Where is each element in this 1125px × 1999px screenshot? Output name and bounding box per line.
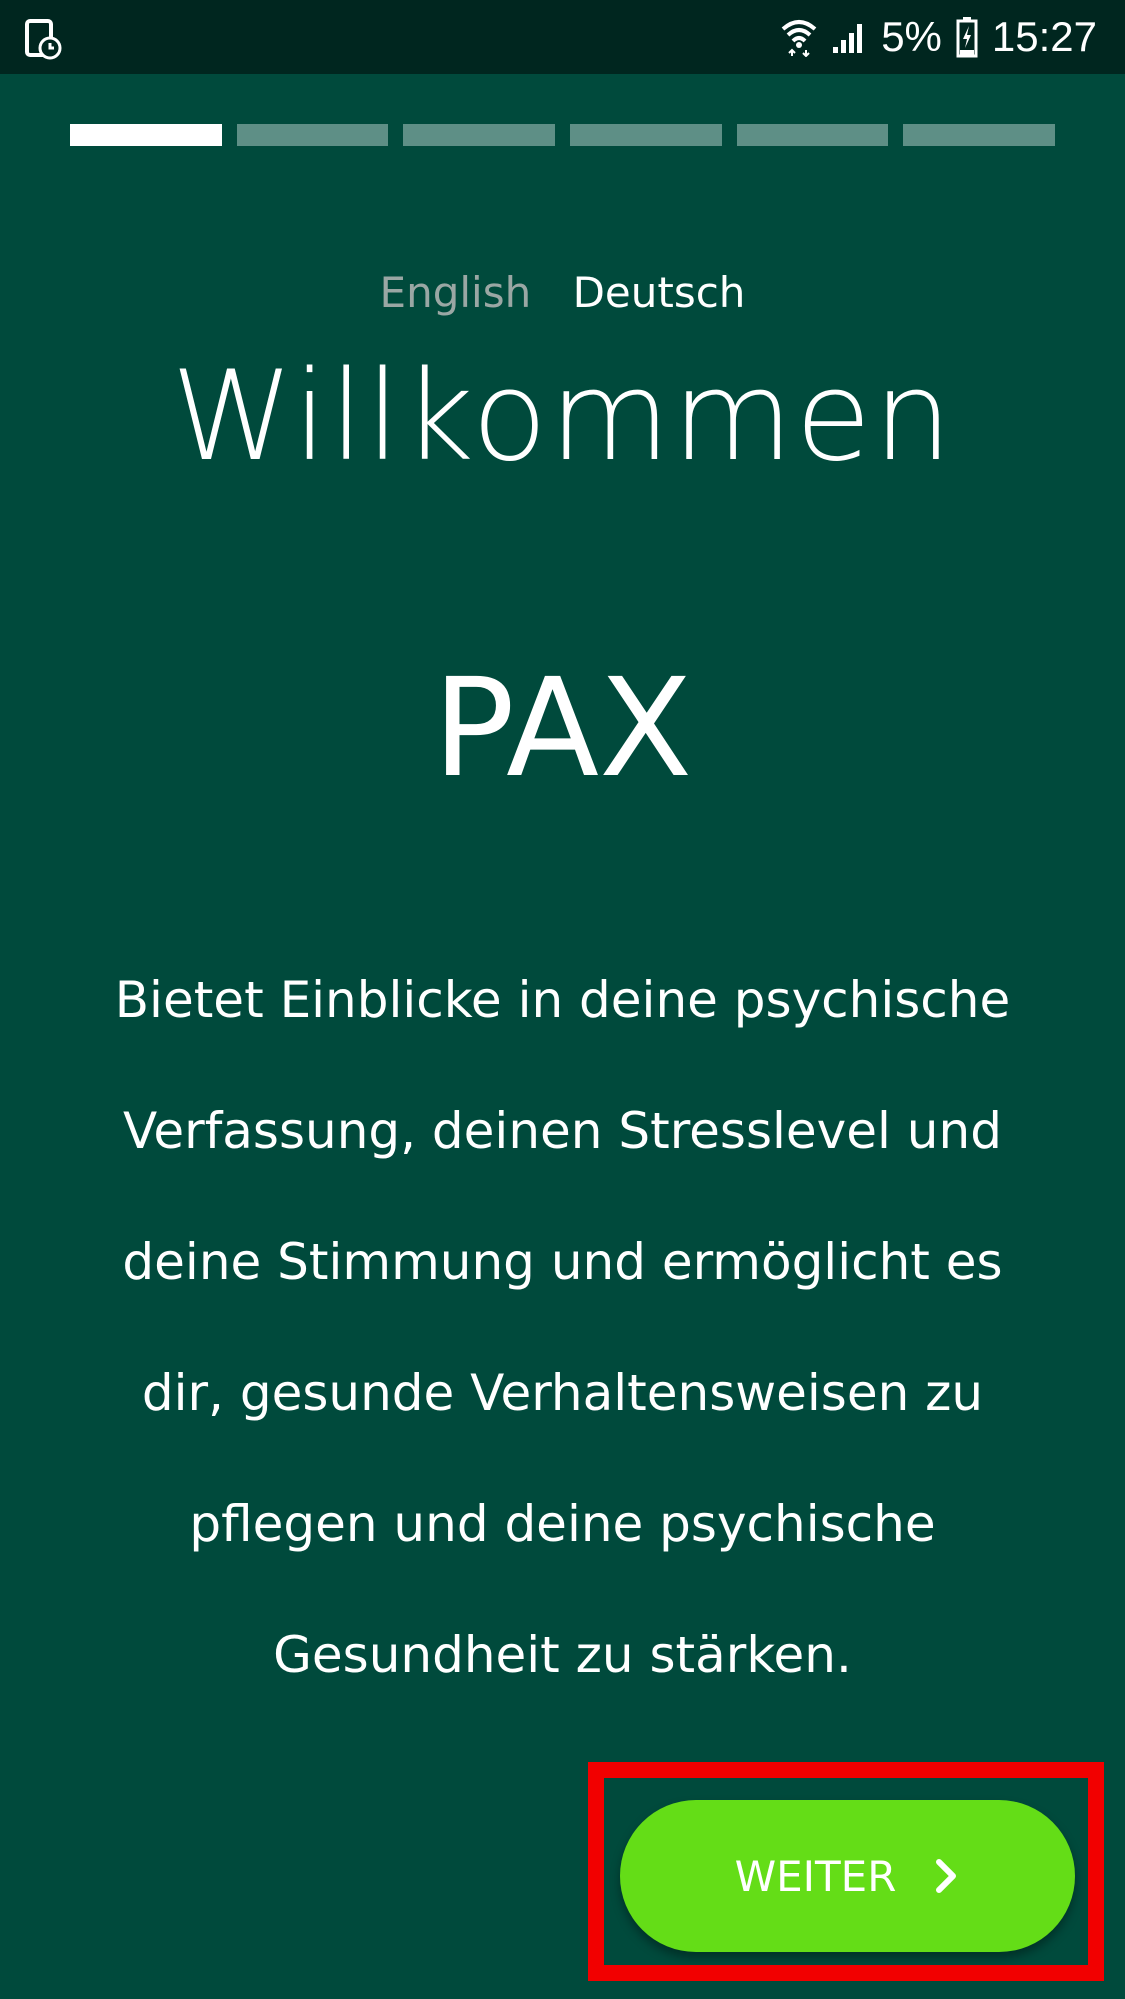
clock: 15:27 (991, 13, 1097, 60)
wifi-icon (781, 20, 817, 57)
progress-step-2 (236, 124, 389, 146)
next-button-label: WEITER (734, 1851, 897, 1901)
screenshot-timer-icon (25, 19, 62, 60)
next-button[interactable]: WEITER (620, 1800, 1075, 1952)
onboarding-screen: 5% 15:27 English Deutsch Willkommen PAX … (0, 0, 1125, 1999)
language-selector: English Deutsch (0, 268, 1125, 317)
progress-step-6 (903, 124, 1056, 146)
app-name: PAX (432, 650, 693, 808)
progress-step-3 (403, 124, 556, 146)
chevron-right-icon (936, 1859, 957, 1893)
status-bar: 5% 15:27 (0, 0, 1125, 74)
welcome-description: Bietet Einblicke in deine psychische Ver… (114, 971, 1011, 1684)
progress-step-1 (70, 124, 222, 146)
progress-step-4 (570, 124, 722, 146)
welcome-title: Willkommen (171, 345, 954, 489)
battery-percent: 5% (881, 13, 942, 60)
onboarding-progress (70, 124, 1056, 146)
battery-charging-icon (956, 17, 978, 58)
status-right: 5% 15:27 (781, 0, 1097, 74)
language-option-deutsch[interactable]: Deutsch (573, 268, 746, 317)
signal-icon (833, 24, 863, 53)
progress-step-5 (736, 124, 889, 146)
language-option-english[interactable]: English (380, 268, 532, 317)
